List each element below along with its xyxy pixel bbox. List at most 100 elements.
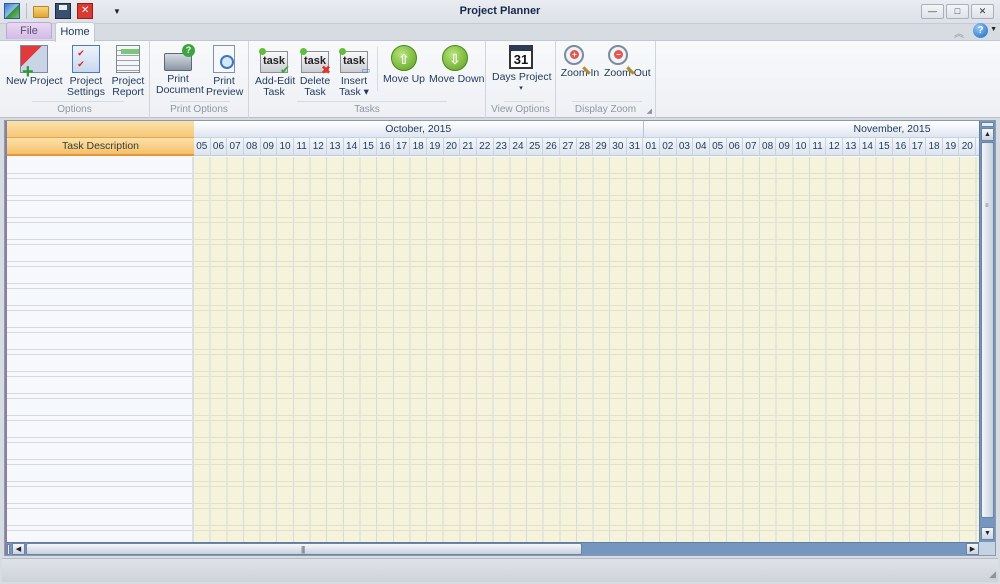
timeline-grid[interactable] — [194, 157, 981, 542]
day-header-cell: 31 — [627, 138, 644, 156]
move-down-label: Move Down — [429, 73, 485, 85]
window-title: Project Planner — [459, 5, 541, 17]
zoom-in-button[interactable]: + Zoom In — [560, 45, 600, 79]
day-header-cell: 04 — [693, 138, 710, 156]
group-view-options: 31 Days Project ▾ View Options — [486, 41, 556, 118]
resize-grip-icon[interactable]: ◢ — [989, 569, 996, 580]
vertical-split-handle[interactable] — [981, 122, 994, 127]
task-dot-icon — [300, 48, 307, 55]
scroll-up-button[interactable]: ▲ — [981, 128, 994, 141]
day-header-cell: 25 — [527, 138, 544, 156]
day-header-cell: 15 — [876, 138, 893, 156]
project-report-button[interactable]: Project Report — [110, 45, 146, 98]
add-edit-task-button[interactable]: task ✔ Add-Edit Task — [255, 45, 295, 98]
day-header-cell: 18 — [926, 138, 943, 156]
task-description-header[interactable]: Task Description — [7, 138, 194, 156]
move-up-label: Move Up — [383, 73, 426, 85]
group-divider — [170, 101, 230, 102]
new-project-icon — [20, 45, 48, 78]
scroll-left-button[interactable]: ◀ — [12, 543, 25, 555]
plus-icon: + — [570, 50, 579, 59]
close-button[interactable]: ✕ — [971, 4, 994, 19]
vertical-scroll-thumb[interactable]: ≡ — [981, 142, 994, 518]
day-header-cell: 08 — [244, 138, 261, 156]
group-label-tasks: Tasks — [354, 104, 380, 115]
day-header-cell: 17 — [910, 138, 927, 156]
task-header-top — [7, 121, 194, 138]
group-divider — [297, 101, 447, 102]
days-project-label: Days Project — [492, 71, 552, 83]
days-project-button[interactable]: 31 Days Project ▾ — [492, 45, 552, 94]
group-label-view-options: View Options — [491, 104, 550, 115]
task-list[interactable] — [7, 157, 194, 542]
dialog-launcher-icon[interactable]: ◢ — [647, 107, 652, 115]
print-document-label-2: Document — [156, 84, 204, 96]
insert-task-button[interactable]: task ▭ Insert Task ▾ — [337, 45, 371, 98]
status-bar: ◢ — [2, 558, 998, 582]
day-header-cell: 05 — [194, 138, 211, 156]
ribbon-tab-row: File Home ︽ ? ▼ — [0, 20, 1000, 42]
help-icon[interactable]: ? — [973, 23, 988, 38]
group-label-display-zoom: Display Zoom — [574, 104, 637, 115]
move-up-button[interactable]: ⇧ Move Up — [383, 45, 425, 85]
group-label-options: Options — [57, 104, 92, 115]
group-options: New Project Project Settings Project Rep… — [0, 41, 150, 118]
month-header-cell: October, 2015 — [194, 121, 644, 138]
day-header-cell: 01 — [643, 138, 660, 156]
horizontal-split-handle[interactable] — [7, 544, 10, 555]
gantt-chart: Task Description October, 2015 November, … — [4, 120, 996, 556]
day-header-cell: 18 — [410, 138, 427, 156]
scroll-down-button[interactable]: ▼ — [981, 527, 994, 540]
print-preview-button[interactable]: Print Preview — [206, 45, 243, 98]
project-settings-button[interactable]: Project Settings — [66, 45, 106, 98]
tab-home[interactable]: Home — [55, 22, 95, 42]
month-header-cell: November, 2015 — [853, 123, 931, 135]
minimize-button[interactable]: — — [921, 4, 944, 19]
add-edit-task-icon: task ✔ — [259, 48, 290, 76]
day-header-cell: 08 — [760, 138, 777, 156]
day-header-cell: 06 — [211, 138, 228, 156]
day-header-cell: 13 — [843, 138, 860, 156]
day-header-cell: 30 — [610, 138, 627, 156]
day-header-cell: 22 — [477, 138, 494, 156]
day-header-cell: 28 — [577, 138, 594, 156]
project-settings-label-2: Settings — [67, 86, 105, 98]
move-down-icon: ⇩ — [442, 45, 468, 71]
minus-icon: − — [614, 50, 623, 59]
day-header-cell: 19 — [427, 138, 444, 156]
task-dot-icon — [339, 48, 346, 55]
scroll-right-button[interactable]: ▶ — [966, 543, 979, 555]
day-header-cell: 16 — [893, 138, 910, 156]
delete-task-button[interactable]: task ✖ Delete Task — [297, 45, 333, 98]
zoom-out-icon: − — [608, 45, 628, 65]
tasks-separator — [377, 47, 378, 91]
maximize-button[interactable]: □ — [946, 4, 969, 19]
print-document-button[interactable]: Print Document — [156, 44, 204, 96]
grip-icon: ||| — [301, 545, 305, 554]
horizontal-scrollbar[interactable]: ◀ ||| ▶ — [7, 542, 981, 555]
zoom-out-button[interactable]: − Zoom Out — [604, 45, 651, 79]
chevron-down-icon: ▾ — [519, 85, 523, 92]
day-header-cell: 20 — [959, 138, 977, 156]
day-header-cell: 23 — [494, 138, 511, 156]
group-tasks: task ✔ Add-Edit Task task ✖ Delete Task … — [249, 41, 486, 118]
day-header-cell: 05 — [710, 138, 727, 156]
minimize-ribbon-icon[interactable]: ︽ — [954, 25, 964, 40]
day-header-cell: 24 — [510, 138, 527, 156]
new-project-button[interactable]: New Project — [6, 45, 63, 87]
day-header-cell: 19 — [943, 138, 960, 156]
print-document-icon — [164, 44, 195, 71]
insert-task-icon: task ▭ — [339, 48, 370, 75]
add-edit-task-label-2: Task — [263, 86, 285, 98]
insert-task-label-2: Task ▾ — [339, 86, 369, 98]
calendar-icon: 31 — [509, 45, 533, 69]
help-dropdown-icon[interactable]: ▼ — [990, 26, 997, 33]
vertical-scrollbar[interactable]: ▲ ≡ ▼ — [979, 121, 995, 542]
day-header-cell: 20 — [444, 138, 461, 156]
tab-file[interactable]: File — [6, 22, 52, 39]
day-header-cell: 13 — [327, 138, 344, 156]
horizontal-scroll-thumb[interactable]: ||| — [26, 543, 582, 555]
move-down-button[interactable]: ⇩ Move Down — [429, 45, 485, 85]
delete-task-icon: task ✖ — [300, 48, 331, 76]
group-divider — [32, 101, 124, 102]
